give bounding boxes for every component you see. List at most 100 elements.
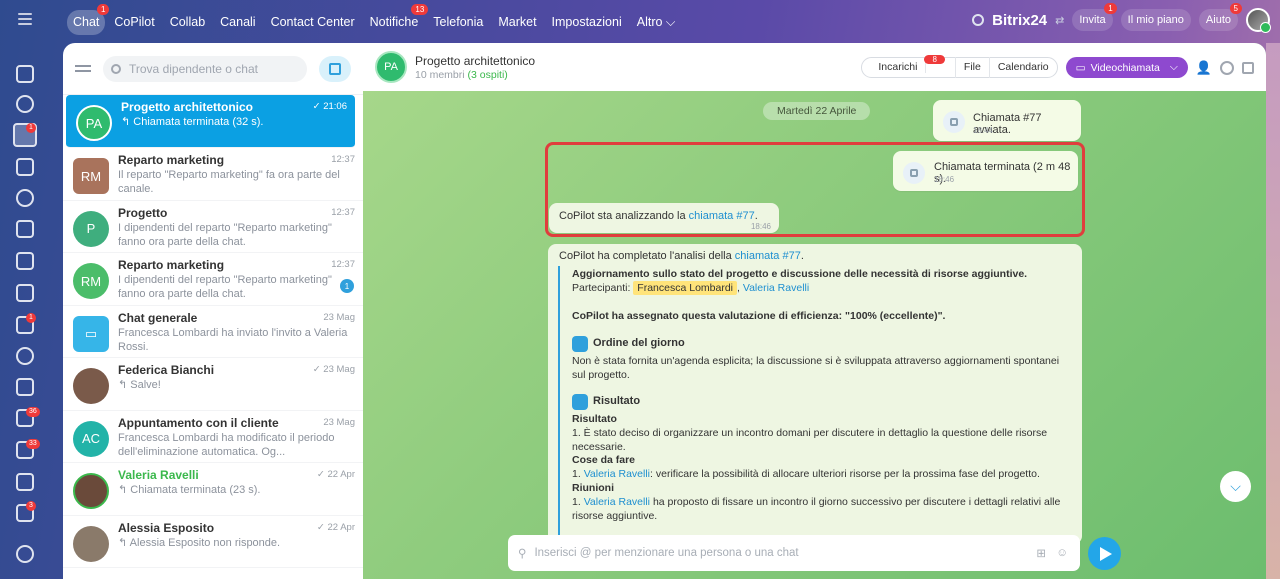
- chat-list-item[interactable]: Federica Bianchi ↰ Salve! ✓ 23 Mag: [63, 358, 363, 411]
- search-icon[interactable]: [972, 14, 985, 26]
- attach-icon[interactable]: ⚲: [518, 546, 526, 560]
- nav-collab[interactable]: Collab: [164, 10, 211, 35]
- home-icon[interactable]: [16, 65, 34, 83]
- avatar: [73, 473, 109, 509]
- chat-list-item[interactable]: RM Reparto marketing Il reparto "Reparto …: [63, 148, 363, 201]
- panel-toggle-icon[interactable]: [1242, 61, 1254, 74]
- edit-icon: [572, 394, 588, 410]
- chat-list-item[interactable]: RM Reparto marketing I dipendenti del rep…: [63, 253, 363, 306]
- chat-list-item[interactable]: Alessia Esposito ↰ Alessia Esposito non r…: [63, 516, 363, 568]
- copilot-analysis-message[interactable]: CoPilot ha completato l'analisi della ch…: [548, 244, 1082, 544]
- call-link[interactable]: chiamata #77: [735, 250, 801, 262]
- participant-mention[interactable]: Valeria Ravelli: [743, 282, 809, 294]
- scroll-down-button[interactable]: ⌵: [1220, 471, 1251, 502]
- chat-list-item[interactable]: AC Appuntamento con il cliente Francesca …: [63, 411, 363, 463]
- search-input[interactable]: Trova dipendente o chat: [103, 55, 307, 82]
- nav-notifications[interactable]: Notifiche 13: [364, 4, 429, 35]
- chat-header: PA Progetto architettonico 10 membri (3 …: [363, 43, 1266, 91]
- chat-tabs: Incarichi8 File Calendario: [861, 55, 1058, 78]
- mail-badge: 1: [26, 313, 36, 323]
- send-icon: [1100, 546, 1112, 561]
- avatar: [73, 525, 109, 562]
- contact-center-icon[interactable]: [16, 378, 34, 396]
- nav-contact-center[interactable]: Contact Center: [265, 10, 361, 35]
- grid-icon[interactable]: ⊞: [1036, 546, 1046, 560]
- menu-icon[interactable]: [18, 13, 32, 27]
- feed-icon[interactable]: [16, 158, 34, 176]
- chat-header-actions: Incarichi8 File Calendario ▭ Videochiamat…: [861, 55, 1254, 78]
- document-icon[interactable]: [16, 252, 34, 270]
- chat-list-item[interactable]: P Progetto I dipendenti del reparto "Repa…: [63, 201, 363, 253]
- avatar: RM: [73, 263, 109, 299]
- avatar: AC: [73, 420, 109, 457]
- search-icon: [111, 63, 121, 74]
- user-avatar[interactable]: [1246, 8, 1271, 33]
- filter-icon[interactable]: [75, 62, 91, 76]
- date-separator: Martedì 22 Aprile: [763, 102, 871, 120]
- compose-icon: [329, 62, 341, 75]
- emoji-icon[interactable]: ☺: [1056, 547, 1068, 559]
- call-link[interactable]: chiamata #77: [689, 210, 755, 222]
- calendar-icon[interactable]: [16, 220, 34, 238]
- chat-list-item[interactable]: ▭ Chat generale Francesca Lombardi ha inv…: [63, 306, 363, 358]
- unread-count-badge: 1: [340, 279, 354, 293]
- chat-members[interactable]: 10 membri (3 ospiti): [415, 69, 535, 81]
- chat-avatar[interactable]: PA: [375, 51, 407, 83]
- nav-more[interactable]: Altro ⌵: [631, 10, 682, 35]
- message-call-ended[interactable]: Chiamata terminata (2 m 48 s). 18:46: [893, 151, 1078, 191]
- groups-icon[interactable]: [16, 347, 34, 365]
- top-nav: Chat 1 CoPilot Collab Canali Contact Cent…: [67, 4, 684, 35]
- chevron-down-icon[interactable]: ⌵: [1170, 61, 1178, 74]
- agenda-text: Non è stata fornita un'agenda esplicita;…: [572, 355, 1060, 381]
- chat-list-item[interactable]: Valeria Ravelli ↰ Chiamata terminata (23 …: [63, 463, 363, 516]
- message-call-started[interactable]: Chiamata #77 avviata. 18:44: [933, 100, 1081, 141]
- nav-chat[interactable]: Chat 1: [67, 4, 110, 35]
- nav-settings[interactable]: Impostazioni: [546, 10, 628, 35]
- invite-button[interactable]: Invita 1: [1072, 3, 1117, 31]
- nav-market[interactable]: Market: [492, 10, 542, 35]
- nav-telephony[interactable]: Telefonia: [427, 10, 489, 35]
- message-input[interactable]: ⚲ Inserisci @ per menzionare una persona…: [508, 535, 1080, 571]
- gear-small-icon: ⇄: [1055, 14, 1065, 27]
- agenda-section: Ordine del giorno: [572, 336, 685, 352]
- bitrix24-logo[interactable]: Bitrix24: [992, 12, 1047, 29]
- top-bar: Chat 1 CoPilot Collab Canali Contact Cent…: [0, 0, 1280, 43]
- table-icon[interactable]: [16, 473, 34, 491]
- tasks-tab[interactable]: Incarichi8: [862, 55, 956, 78]
- add-user-icon[interactable]: 👤: [1196, 60, 1212, 76]
- user-mention[interactable]: Valeria Ravelli: [584, 496, 650, 508]
- file-tab[interactable]: File: [956, 57, 990, 78]
- help-badge: 5: [1229, 3, 1242, 14]
- new-chat-button[interactable]: [319, 55, 351, 82]
- drive-icon[interactable]: [16, 284, 34, 302]
- avatar: PA: [76, 105, 112, 141]
- user-mention[interactable]: Valeria Ravelli: [584, 468, 650, 480]
- settings-icon[interactable]: [16, 545, 34, 563]
- search-icon[interactable]: [1220, 60, 1234, 75]
- nav-channels[interactable]: Canali: [214, 10, 261, 35]
- participant-mention[interactable]: Francesca Lombardi: [633, 281, 738, 295]
- avatar: P: [73, 210, 109, 247]
- chat-list-header: Trova dipendente o chat: [63, 43, 363, 95]
- crm-badge: 33: [26, 439, 40, 449]
- help-button[interactable]: Aiuto 5: [1198, 3, 1242, 31]
- video-call-button[interactable]: ▭ Videochiamata ⌵: [1065, 57, 1188, 78]
- chat-sidebar-badge: 1: [26, 123, 36, 133]
- participants: Partecipanti: Francesca Lombardi, Valeri…: [572, 281, 810, 295]
- edit-badge: 3: [26, 501, 36, 511]
- camera-icon: ▭: [1075, 61, 1086, 74]
- quote-bar: [558, 266, 560, 544]
- tasks-badge: 36: [26, 407, 40, 417]
- send-button[interactable]: [1088, 537, 1121, 570]
- left-sidebar: 1 1 36 33 3: [0, 43, 50, 579]
- nav-copilot[interactable]: CoPilot: [108, 10, 160, 35]
- avatar: RM: [73, 158, 109, 194]
- chat-list-item[interactable]: PA Progetto architettonico ↰ Chiamata ter…: [66, 95, 355, 148]
- message-copilot-analyzing[interactable]: CoPilot sta analizzando la chiamata #77.…: [549, 203, 779, 233]
- target-icon[interactable]: [16, 189, 34, 207]
- chat-area: PA Progetto architettonico 10 membri (3 …: [363, 43, 1266, 579]
- my-plan-button[interactable]: Il mio piano: [1120, 9, 1191, 31]
- copilot-icon[interactable]: [16, 95, 34, 113]
- calendar-tab[interactable]: Calendario: [990, 57, 1057, 78]
- chat-title[interactable]: Progetto architettonico: [415, 54, 535, 69]
